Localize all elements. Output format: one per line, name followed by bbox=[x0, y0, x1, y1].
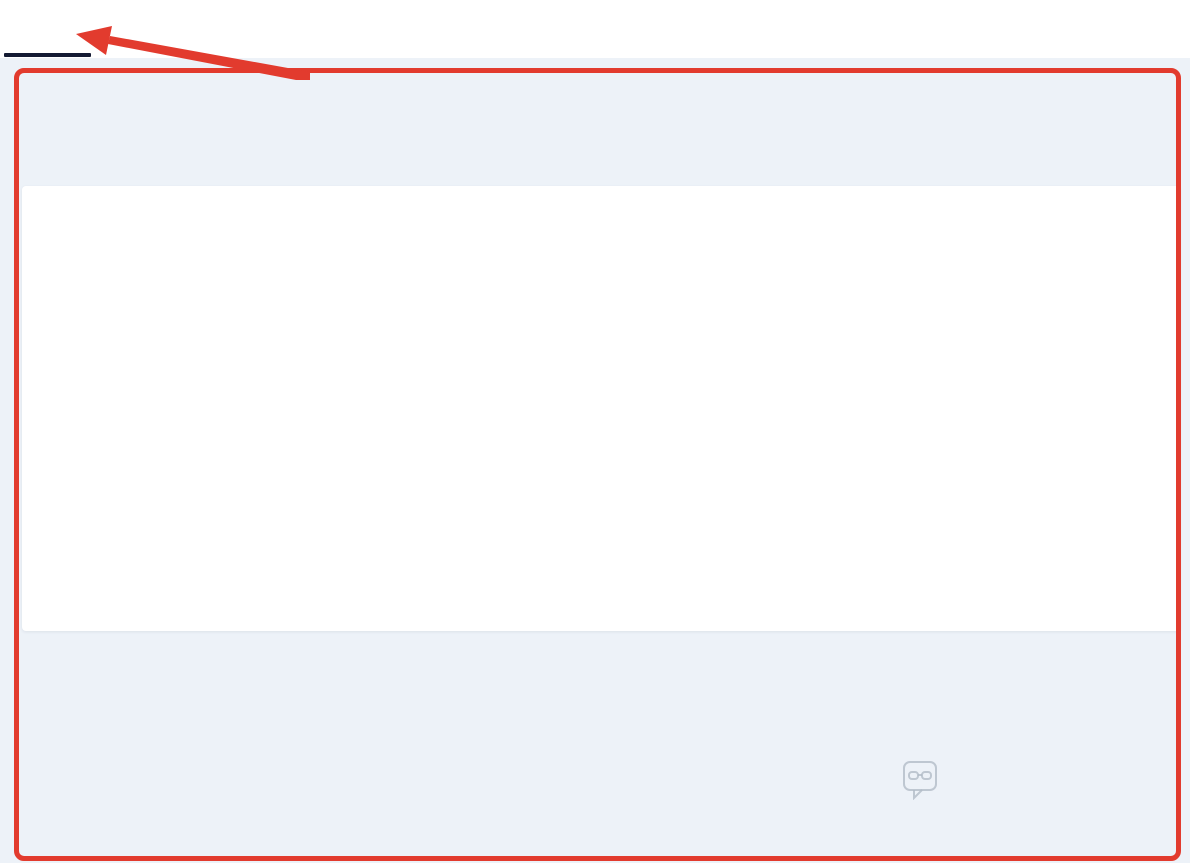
summary-cards-row bbox=[22, 81, 1180, 162]
orders-line-chart bbox=[22, 186, 1180, 631]
recent-orders-card bbox=[22, 186, 1180, 631]
top-navigation bbox=[0, 0, 1190, 58]
status-cards-row-2 bbox=[22, 768, 1180, 856]
status-cards-row-1 bbox=[22, 658, 1180, 746]
active-tab-underline bbox=[4, 53, 91, 57]
